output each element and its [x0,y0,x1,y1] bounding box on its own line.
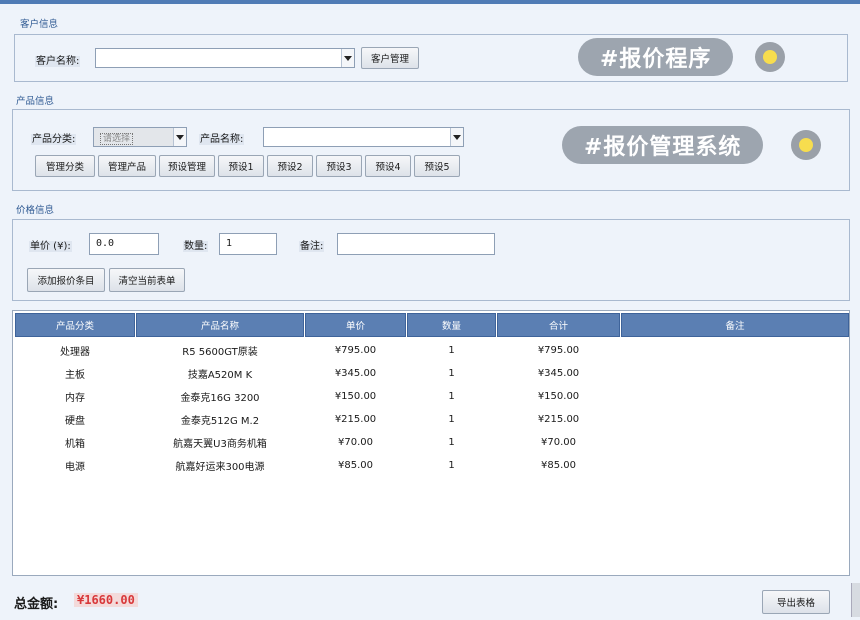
manage-product-button[interactable]: 管理产品 [98,155,156,177]
cell-category: 处理器 [60,347,90,358]
cell-subtotal: ¥85.00 [541,460,576,471]
clear-form-button[interactable]: 清空当前表单 [109,268,185,292]
note-input[interactable] [337,233,495,255]
overlay-tag-quote-program: #报价程序 [578,38,734,76]
header-product-name[interactable]: 产品名称 [136,313,304,337]
window-top-border [0,0,860,4]
table-header: 产品分类 产品名称 单价 数量 合计 备注 [13,313,851,337]
unit-price-input[interactable]: 0.0 [89,233,159,255]
cell-category: 主板 [65,370,85,381]
preset-2-button[interactable]: 预设2 [267,155,313,177]
table-row[interactable]: 主板 技嘉A520M K ¥345.00 1 ¥345.00 [13,362,851,385]
note-label: 备注: [299,241,325,252]
preset-5-button[interactable]: 预设5 [414,155,460,177]
scrollbar[interactable] [851,583,860,617]
preset-3-button[interactable]: 预设3 [316,155,362,177]
cell-note [621,431,849,454]
customer-manage-button[interactable]: 客户管理 [361,47,419,69]
cell-quantity: 1 [448,437,455,448]
customer-name-label: 客户名称: [35,56,81,67]
header-category[interactable]: 产品分类 [15,313,135,337]
cell-quantity: 1 [448,345,455,356]
quote-table[interactable]: 产品分类 产品名称 单价 数量 合计 备注 处理器 R5 5600GT原装 ¥7… [12,310,850,576]
cell-unit-price: ¥795.00 [334,345,377,356]
table-row[interactable]: 电源 航嘉好运来300电源 ¥85.00 1 ¥85.00 [13,454,851,477]
price-group: 单价 (¥): 0.0 数量: 1 备注: 添加报价条目 清空当前表单 [12,219,850,301]
overlay-tag-quote-system: #报价管理系统 [562,126,764,164]
header-quantity[interactable]: 数量 [407,313,496,337]
cell-quantity: 1 [448,460,455,471]
cell-unit-price: ¥85.00 [338,460,373,471]
cell-quantity: 1 [448,368,455,379]
header-note[interactable]: 备注 [621,313,849,337]
cell-subtotal: ¥345.00 [537,368,580,379]
cell-subtotal: ¥795.00 [537,345,580,356]
quantity-input[interactable]: 1 [219,233,277,255]
cell-unit-price: ¥215.00 [334,414,377,425]
product-name-combo[interactable] [263,127,464,147]
cell-category: 机箱 [65,439,85,450]
cell-category: 硬盘 [65,416,85,427]
total-amount-label: 总金额: [14,597,59,612]
cell-product-name: 技嘉A520M K [187,370,253,381]
unit-price-label: 单价 (¥): [29,241,72,252]
cell-unit-price: ¥70.00 [338,437,373,448]
cell-note [621,362,849,385]
chevron-down-icon[interactable] [173,128,186,146]
manage-category-button[interactable]: 管理分类 [35,155,95,177]
cell-subtotal: ¥70.00 [541,437,576,448]
preset-1-button[interactable]: 预设1 [218,155,264,177]
product-category-value: 请选择 [100,133,134,145]
cell-unit-price: ¥345.00 [334,368,377,379]
preset-manage-button[interactable]: 预设管理 [159,155,215,177]
chevron-down-icon[interactable] [450,128,463,146]
price-section-title: 价格信息 [16,205,55,216]
preset-4-button[interactable]: 预设4 [365,155,411,177]
cell-note [621,408,849,431]
product-category-combo[interactable]: 请选择 [93,127,187,147]
header-unit-price[interactable]: 单价 [305,313,406,337]
yellow-dot-icon [791,130,821,160]
quantity-label: 数量: [183,241,209,252]
customer-name-combo[interactable] [95,48,355,68]
product-category-label: 产品分类: [31,134,77,145]
cell-subtotal: ¥150.00 [537,391,580,402]
cell-category: 内存 [65,393,85,404]
product-section-title: 产品信息 [16,96,55,107]
table-row[interactable]: 机箱 航嘉天翼U3商务机箱 ¥70.00 1 ¥70.00 [13,431,851,454]
table-row[interactable]: 内存 金泰克16G 3200 ¥150.00 1 ¥150.00 [13,385,851,408]
cell-unit-price: ¥150.00 [334,391,377,402]
export-table-button[interactable]: 导出表格 [762,590,830,614]
chevron-down-icon[interactable] [341,49,354,67]
cell-category: 电源 [65,462,85,473]
cell-product-name: 航嘉天翼U3商务机箱 [173,439,267,450]
cell-subtotal: ¥215.00 [537,414,580,425]
cell-product-name: 金泰克512G M.2 [180,416,260,427]
cell-quantity: 1 [448,414,455,425]
total-amount-value: ¥1660.00 [74,593,138,607]
cell-product-name: 金泰克16G 3200 [180,393,260,404]
table-row[interactable]: 处理器 R5 5600GT原装 ¥795.00 1 ¥795.00 [13,339,851,362]
cell-note [621,339,849,362]
add-quote-item-button[interactable]: 添加报价条目 [27,268,105,292]
yellow-dot-icon [755,42,785,72]
customer-section-title: 客户信息 [20,19,59,30]
product-name-label: 产品名称: [199,134,245,145]
header-subtotal[interactable]: 合计 [497,313,620,337]
cell-product-name: 航嘉好运来300电源 [175,462,265,473]
cell-note [621,454,849,477]
table-row[interactable]: 硬盘 金泰克512G M.2 ¥215.00 1 ¥215.00 [13,408,851,431]
cell-note [621,385,849,408]
cell-product-name: R5 5600GT原装 [182,347,258,358]
cell-quantity: 1 [448,391,455,402]
